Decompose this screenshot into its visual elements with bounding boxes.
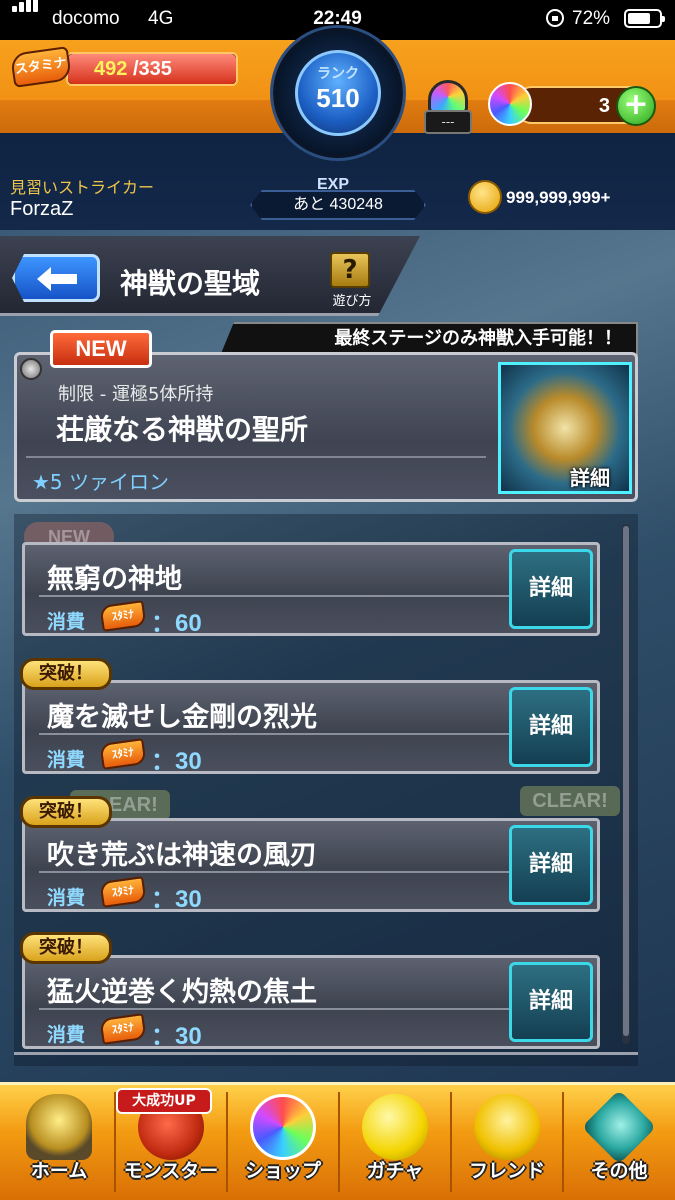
rank-badge: ランク 510 (295, 50, 381, 136)
stage-name: 無窮の神地 (47, 564, 182, 595)
stamina-cost: ：30 (151, 886, 202, 913)
battery-icon (624, 9, 665, 28)
featured-detail-button[interactable]: 詳細 (570, 462, 610, 491)
featured-stage-name: 荘厳なる神獣の聖所 (56, 413, 309, 446)
list-frame (14, 1052, 638, 1064)
nav-home[interactable]: ホーム (4, 1086, 114, 1196)
stamina-icon: ｽﾀﾐﾅ (99, 600, 147, 632)
featured-restriction: 制限 - 運極5体所持 (58, 384, 214, 405)
orb-icon (250, 1094, 316, 1160)
featured-boss-label: ★5 ツァイロン (32, 470, 170, 494)
stage-detail-button[interactable]: 詳細 (509, 549, 593, 629)
faded-clear-badge: CLEAR! (520, 786, 620, 816)
question-icon: ? (330, 252, 370, 288)
breakthrough-badge: 突破！ (20, 658, 112, 690)
nav-gacha[interactable]: ガチャ (340, 1086, 450, 1196)
nav-label: モンスター (123, 1160, 219, 1182)
stage-detail-button[interactable]: 詳細 (509, 687, 593, 767)
cost-label: 消費 (47, 611, 86, 633)
orientation-lock-icon (546, 9, 564, 27)
nav-label: その他 (590, 1160, 648, 1182)
friends-icon (474, 1094, 540, 1160)
player-title: 見習いストライカー (10, 178, 155, 197)
scrollbar[interactable] (622, 524, 630, 1044)
stage-detail-button[interactable]: 詳細 (509, 825, 593, 905)
helmet-icon[interactable]: --- (422, 80, 474, 136)
stamina-cost: ：60 (151, 610, 202, 637)
egg-icon (362, 1094, 428, 1160)
stage-row[interactable]: 魔を滅せし金剛の烈光 消費 ｽﾀﾐﾅ ：30 詳細 (22, 680, 600, 775)
player-name: ForzaZ (10, 198, 74, 220)
divider (26, 456, 486, 458)
nav-other[interactable]: その他 (564, 1086, 674, 1196)
stamina-cost: ：30 (151, 1023, 202, 1050)
stamina-icon: ｽﾀﾐﾅ (99, 1013, 147, 1045)
stage-row[interactable]: 吹き荒ぶは神速の風刃 消費 ｽﾀﾐﾅ ：30 詳細 (22, 818, 600, 913)
cost-label: 消費 (47, 749, 86, 771)
cost-label: 消費 (47, 887, 86, 909)
new-badge: NEW (50, 330, 152, 368)
buy-orbs-button[interactable]: + (616, 86, 656, 126)
success-up-badge: 大成功UP (116, 1088, 212, 1114)
back-arrow-icon (37, 267, 77, 291)
stage-name: 魔を滅せし金剛の烈光 (47, 702, 317, 733)
pin-icon (20, 358, 42, 380)
rank-value: 510 (316, 83, 360, 113)
helmet-plate-text: --- (424, 110, 472, 134)
breakthrough-badge: 突破！ (20, 796, 112, 828)
rank-label: ランク (317, 66, 359, 82)
nav-label: フレンド (468, 1160, 545, 1182)
final-stage-notice: 最終ステージのみ神獣入手可能！！ (220, 322, 638, 356)
exp-remaining: あと 430248 (250, 190, 426, 220)
breakthrough-badge: 突破！ (20, 932, 112, 964)
nav-label: ホーム (30, 1160, 88, 1182)
stage-row[interactable]: 猛火逆巻く灼熱の焦土 消費 ｽﾀﾐﾅ ：30 詳細 (22, 955, 600, 1050)
stage-row[interactable]: 無窮の神地 消費 ｽﾀﾐﾅ ：60 詳細 (22, 542, 600, 637)
stamina-icon: ｽﾀﾐﾅ (99, 738, 147, 770)
home-gate-icon (26, 1094, 92, 1160)
battery-percent: 72% (572, 8, 611, 29)
rank-gauge[interactable]: ランク 510 (273, 28, 403, 178)
cost-label: 消費 (47, 1024, 86, 1046)
stage-name: 猛火逆巻く灼熱の焦土 (47, 977, 317, 1008)
stage-detail-button[interactable]: 詳細 (509, 962, 593, 1042)
stamina-readout: 492 /335 (94, 58, 172, 81)
back-button[interactable] (12, 254, 100, 302)
coin-icon (468, 180, 502, 214)
how-to-play-button[interactable]: ? 遊び方 (326, 252, 376, 310)
boss-thumbnail[interactable] (498, 362, 632, 494)
coin-balance: 999,999,999+ (506, 188, 611, 207)
stamina-max: /335 (132, 58, 172, 80)
stage-name: 吹き荒ぶは神速の風刃 (47, 840, 317, 871)
stamina-cost: ：30 (151, 748, 202, 775)
nav-friend[interactable]: フレンド (452, 1086, 562, 1196)
nav-shop[interactable]: ショップ (228, 1086, 338, 1196)
page-title: 神獣の聖域 (120, 267, 261, 300)
stamina-current: 492 (94, 58, 128, 80)
stamina-icon: ｽﾀﾐﾅ (99, 876, 147, 908)
nav-label: ガチャ (366, 1160, 424, 1182)
question-sign-icon (581, 1089, 657, 1165)
how-to-play-label: 遊び方 (332, 294, 372, 309)
orb-count: 3 (598, 95, 610, 117)
nav-label: ショップ (244, 1160, 321, 1182)
orb-icon (488, 82, 532, 126)
